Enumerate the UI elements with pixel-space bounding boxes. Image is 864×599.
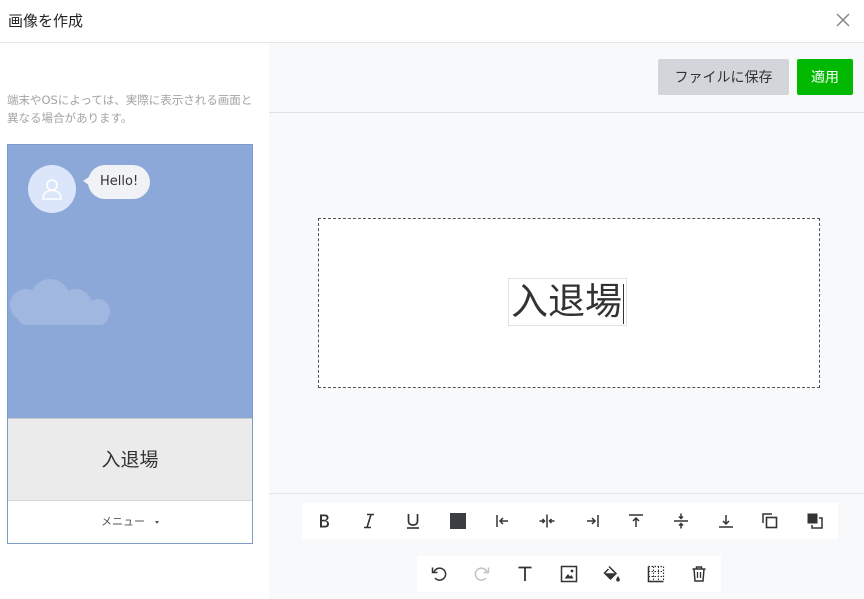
bold-icon [320,514,330,528]
redo-button[interactable] [460,556,503,592]
delete-icon [692,566,706,582]
align-bottom-icon [718,515,733,528]
bring-forward-button[interactable] [748,503,793,539]
dialog-title: 画像を作成 [8,12,84,30]
chat-bubble: Hello! [82,165,151,199]
apply-button[interactable]: 適用 [797,59,853,95]
chat-area: Hello! [8,145,252,418]
close-icon[interactable] [834,11,852,29]
undo-icon [431,567,446,581]
caret-down-icon [155,520,159,524]
text-object[interactable]: 入退場 [508,278,627,326]
bold-button[interactable] [302,503,347,539]
align-bottom-button[interactable] [703,503,748,539]
add-image-icon [560,565,578,583]
dialog-header: 画像を作成 [0,0,864,43]
rich-menu-label: 入退場 [101,449,159,471]
align-middle-button[interactable] [659,503,704,539]
fill-color-button[interactable] [591,556,634,592]
cloud-decoration [10,279,110,325]
grid-icon [647,565,664,583]
preview-notice: 端末やOSによっては、実際に表示される画面と異なる場合があります。 [7,93,253,125]
align-left-button[interactable] [480,503,525,539]
italic-button[interactable] [347,503,392,539]
add-text-icon [518,566,532,581]
align-right-button[interactable] [570,503,615,539]
italic-icon [363,513,374,529]
underline-icon [407,514,420,529]
preview-panel: 端末やOSによっては、実際に表示される画面と異なる場合があります。 Hello! [0,43,269,599]
align-middle-icon [674,513,689,529]
add-text-button[interactable] [504,556,547,592]
object-toolbar-row [417,556,721,592]
align-center-button[interactable] [525,503,570,539]
menu-label: メニュー [101,515,145,528]
text-object-content: 入退場 [511,280,622,323]
delete-button[interactable] [677,556,720,592]
text-color-icon [450,513,467,529]
grid-button[interactable] [634,556,677,592]
align-top-icon [629,514,644,527]
undo-button[interactable] [417,556,460,592]
format-toolbar [269,493,864,599]
rich-menu-preview: 入退場 [8,418,252,501]
send-backward-icon [807,513,823,529]
align-center-icon [539,514,555,528]
menu-bar: メニュー [8,501,252,543]
editor-canvas[interactable]: 入退場 [318,218,820,388]
bring-forward-icon [762,513,778,529]
editor-actions: ファイルに保存 適用 [269,43,864,113]
fill-color-icon [603,565,621,582]
underline-button[interactable] [391,503,436,539]
align-right-icon [586,515,599,527]
save-to-file-button[interactable]: ファイルに保存 [658,59,789,95]
user-icon [42,179,62,200]
redo-icon [474,567,490,581]
align-top-button[interactable] [614,503,659,539]
format-toolbar-row [302,503,838,539]
text-color-button[interactable] [436,503,481,539]
send-backward-button[interactable] [793,503,838,539]
avatar [28,165,76,213]
phone-preview: Hello! 入退場 メニュー [7,144,253,544]
align-left-icon [495,515,508,527]
add-image-button[interactable] [547,556,590,592]
editor-panel: ファイルに保存 適用 入退場 [269,43,864,599]
text-cursor [623,283,624,324]
